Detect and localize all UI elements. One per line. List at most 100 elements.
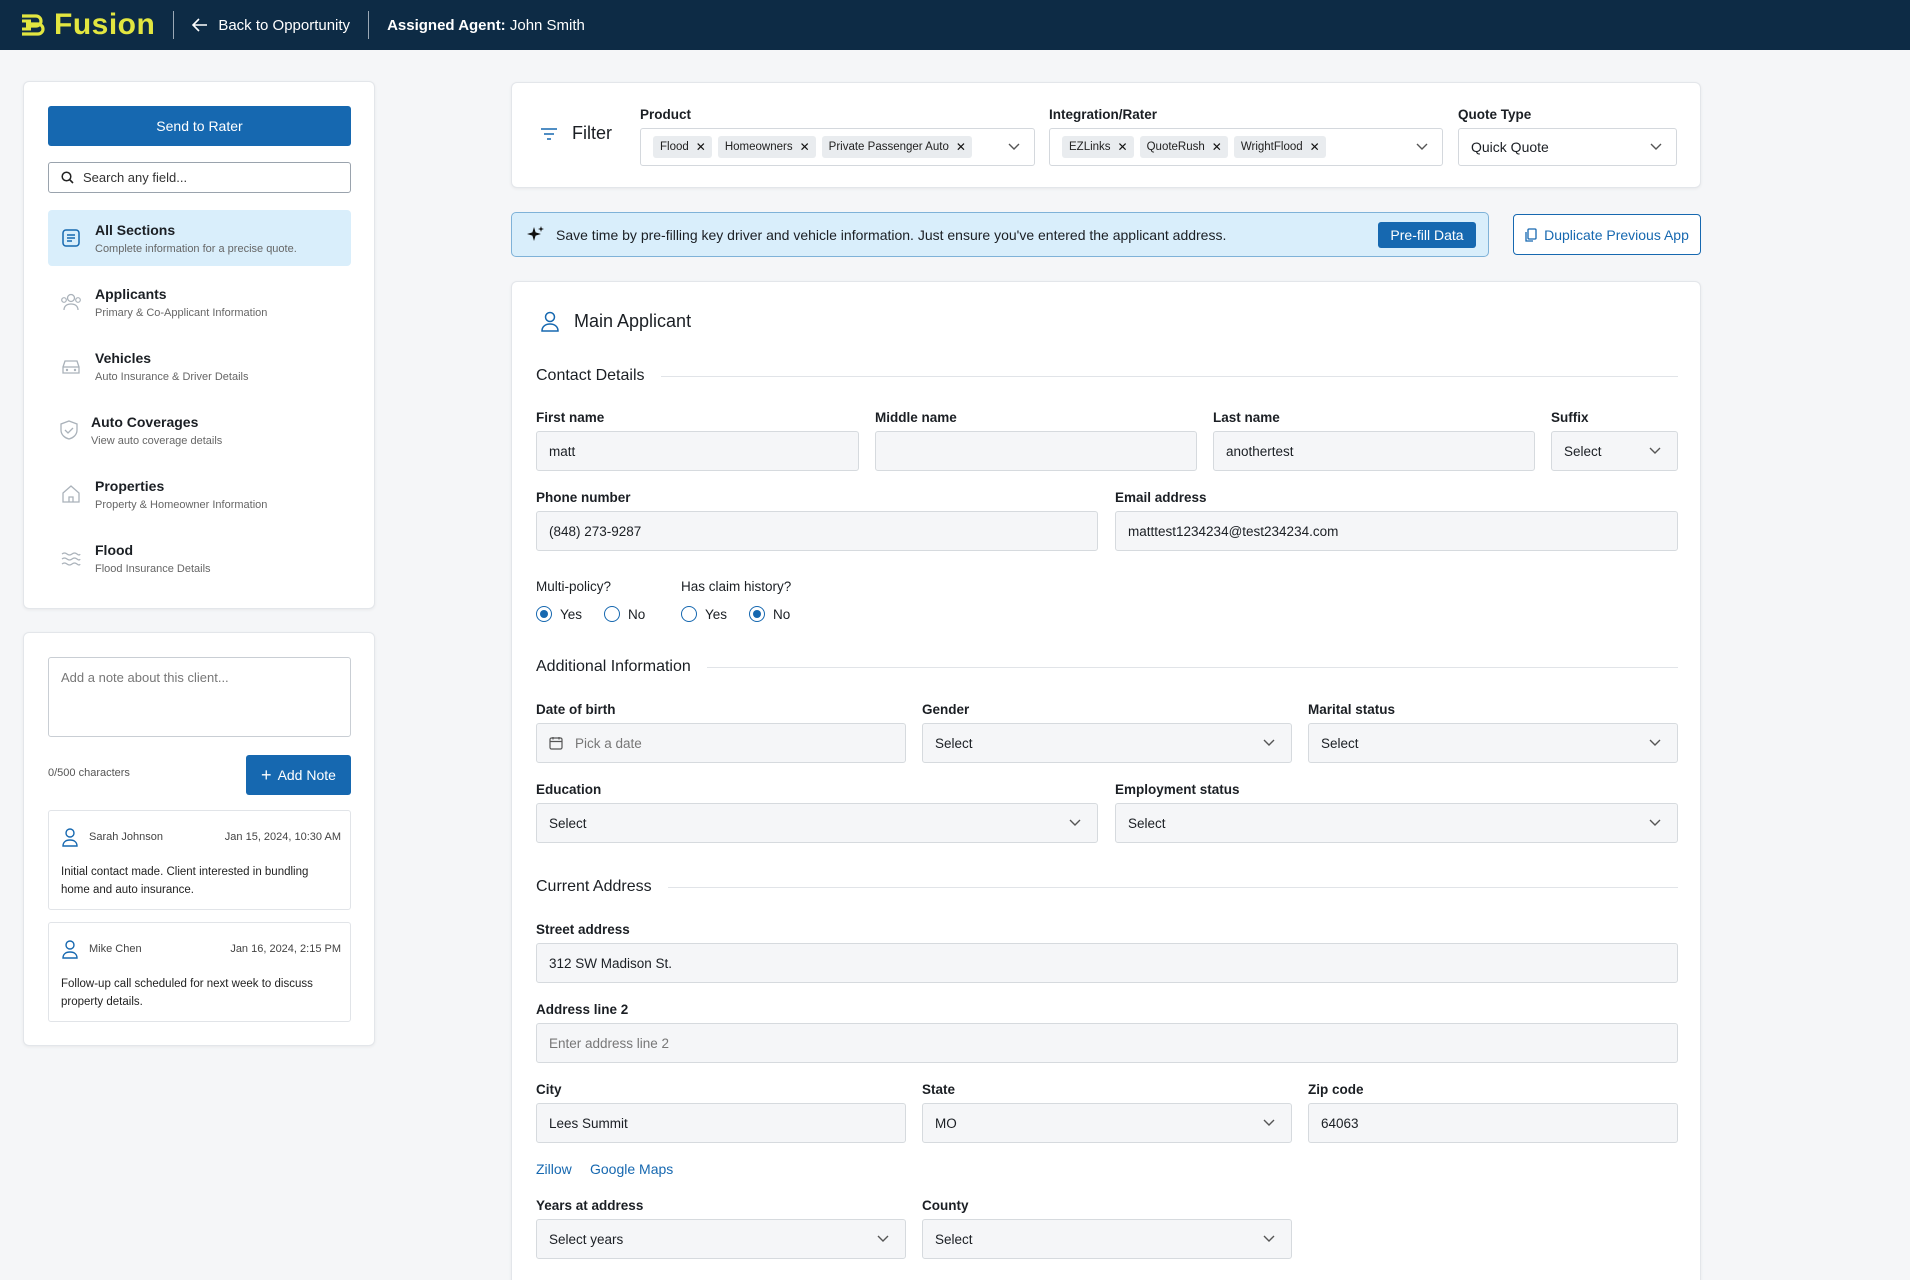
note-date: Jan 15, 2024, 10:30 AM bbox=[224, 831, 341, 843]
sparkle-icon bbox=[527, 225, 544, 241]
remove-chip-icon[interactable]: ✕ bbox=[1212, 140, 1222, 154]
last-name-field: Last name anothertest bbox=[1213, 410, 1535, 471]
select-value: Select bbox=[935, 735, 973, 751]
suffix-field: Suffix Select bbox=[1551, 410, 1678, 471]
chevron-down-icon bbox=[1649, 447, 1661, 454]
note-textarea[interactable]: Add a note about this client... bbox=[48, 657, 351, 737]
email-input[interactable]: matttest1234234@test234234.com bbox=[1115, 511, 1678, 551]
sidebar-item-all-sections[interactable]: All Sections Complete information for a p… bbox=[48, 210, 351, 266]
user-icon bbox=[62, 940, 78, 959]
agent-label: Assigned Agent: bbox=[387, 16, 506, 34]
claim-history-group: Has claim history? bbox=[681, 579, 791, 594]
field-label: Education bbox=[536, 782, 602, 797]
chip-wrightflood[interactable]: WrightFlood ✕ bbox=[1233, 136, 1326, 158]
phone-input[interactable]: (848) 273-9287 bbox=[536, 511, 1098, 551]
chip-private-passenger-auto[interactable]: Private Passenger Auto ✕ bbox=[821, 136, 972, 158]
field-label: Middle name bbox=[875, 410, 957, 425]
claim-history-yes-radio[interactable]: Yes bbox=[681, 606, 727, 622]
select-value: MO bbox=[935, 1115, 957, 1131]
zillow-link[interactable]: Zillow bbox=[536, 1161, 572, 1177]
suffix-select[interactable]: Select bbox=[1551, 431, 1678, 471]
radio-circle bbox=[681, 606, 697, 622]
filter-icon bbox=[541, 127, 557, 140]
note-text: Follow-up call scheduled for next week t… bbox=[61, 978, 313, 1008]
gender-select[interactable]: Select bbox=[922, 723, 1292, 763]
first-name-input[interactable]: matt bbox=[536, 431, 859, 471]
multi-policy-no-radio[interactable]: No bbox=[604, 606, 645, 622]
quote-type-filter: Quote Type Quick Quote bbox=[1458, 107, 1677, 166]
remove-chip-icon[interactable]: ✕ bbox=[696, 140, 706, 154]
county-field: County Select bbox=[922, 1198, 1292, 1259]
phone-field: Phone number (848) 273-9287 bbox=[536, 490, 1098, 551]
product-multiselect[interactable]: Flood ✕ Homeowners ✕ Private Passenger Aut… bbox=[640, 128, 1035, 166]
city-input[interactable]: Lees Summit bbox=[536, 1103, 906, 1143]
chip-ezlinks[interactable]: EZLinks ✕ bbox=[1062, 136, 1134, 158]
sidebar-item-vehicles[interactable]: Vehicles Auto Insurance & Driver Details bbox=[48, 338, 351, 394]
sidebar-item-applicants[interactable]: Applicants Primary & Co-Applicant Informa… bbox=[48, 274, 351, 330]
radio-circle bbox=[604, 606, 621, 622]
contact-details-heading: Contact Details bbox=[536, 367, 1678, 385]
field-label: Last name bbox=[1213, 410, 1280, 425]
select-value: Select bbox=[1128, 815, 1166, 831]
claim-history-no-radio[interactable]: No bbox=[749, 606, 790, 622]
radio-label: No bbox=[773, 606, 791, 622]
state-select[interactable]: MO bbox=[922, 1103, 1292, 1143]
county-select[interactable]: Select bbox=[922, 1219, 1292, 1259]
multi-policy-yes-radio[interactable]: Yes bbox=[536, 606, 582, 622]
quote-type-select[interactable]: Quick Quote bbox=[1458, 128, 1677, 166]
zip-code-input[interactable]: 64063 bbox=[1308, 1103, 1678, 1143]
select-value: Select years bbox=[549, 1231, 624, 1247]
field-label: City bbox=[536, 1082, 562, 1097]
sidebar-item-properties[interactable]: Properties Property & Homeowner Informati… bbox=[48, 466, 351, 522]
chip-homeowners[interactable]: Homeowners ✕ bbox=[717, 136, 816, 158]
sidebar-item-auto-coverages[interactable]: Auto Coverages View auto coverage details bbox=[48, 402, 351, 458]
street-address-input[interactable]: 312 SW Madison St. bbox=[536, 943, 1678, 983]
search-placeholder: Search any field... bbox=[83, 170, 188, 185]
remove-chip-icon[interactable]: ✕ bbox=[1310, 140, 1320, 154]
middle-name-input[interactable] bbox=[875, 431, 1197, 471]
house-icon bbox=[62, 485, 80, 503]
dob-datepicker[interactable]: Pick a date bbox=[536, 723, 906, 763]
years-at-address-select[interactable]: Select years bbox=[536, 1219, 906, 1259]
add-note-button[interactable]: + Add Note bbox=[246, 755, 351, 795]
assigned-agent: Assigned Agent: John Smith bbox=[387, 17, 585, 34]
google-maps-link[interactable]: Google Maps bbox=[590, 1161, 673, 1177]
sidebar-item-subtitle: Primary & Co-Applicant Information bbox=[95, 306, 268, 319]
years-at-address-field: Years at address Select years bbox=[536, 1198, 906, 1259]
logo-text: Fusion bbox=[54, 8, 156, 41]
back-to-opportunity-link[interactable]: Back to Opportunity bbox=[192, 17, 350, 34]
chip-flood[interactable]: Flood ✕ bbox=[653, 136, 712, 158]
last-name-input[interactable]: anothertest bbox=[1213, 431, 1535, 471]
prefill-banner: Save time by pre-filling key driver and … bbox=[511, 212, 1489, 257]
radio-label: Yes bbox=[560, 606, 583, 622]
sidebar-item-subtitle: Flood Insurance Details bbox=[95, 562, 211, 575]
duplicate-previous-app-button[interactable]: Duplicate Previous App bbox=[1513, 214, 1701, 255]
field-label: Phone number bbox=[536, 490, 631, 505]
address-line-2-input[interactable]: Enter address line 2 bbox=[536, 1023, 1678, 1063]
additional-info-heading: Additional Information bbox=[536, 658, 1678, 676]
send-to-rater-button[interactable]: Send to Rater bbox=[48, 106, 351, 146]
prefill-data-button[interactable]: Pre-fill Data bbox=[1378, 222, 1476, 248]
duplicate-label: Duplicate Previous App bbox=[1544, 226, 1689, 243]
sidebar-item-title: Properties bbox=[95, 477, 165, 494]
filter-title: Filter bbox=[572, 123, 612, 143]
note-author: Sarah Johnson bbox=[89, 831, 163, 843]
integration-label: Integration/Rater bbox=[1049, 107, 1158, 122]
sidebar-item-title: All Sections bbox=[95, 221, 176, 238]
remove-chip-icon[interactable]: ✕ bbox=[1118, 140, 1128, 154]
integration-multiselect[interactable]: EZLinks ✕ QuoteRush ✕ WrightFlood ✕ bbox=[1049, 128, 1443, 166]
remove-chip-icon[interactable]: ✕ bbox=[800, 140, 810, 154]
note-date: Jan 16, 2024, 2:15 PM bbox=[230, 943, 341, 955]
remove-chip-icon[interactable]: ✕ bbox=[956, 140, 966, 154]
search-input[interactable]: Search any field... bbox=[48, 162, 351, 193]
chevron-down-icon bbox=[1649, 739, 1661, 746]
chip-quoterush[interactable]: QuoteRush ✕ bbox=[1139, 136, 1228, 158]
plus-icon: + bbox=[261, 765, 272, 785]
fusion-logo-icon bbox=[22, 14, 45, 36]
sidebar-item-flood[interactable]: Flood Flood Insurance Details bbox=[48, 530, 351, 586]
education-select[interactable]: Select bbox=[536, 803, 1098, 843]
sidebar-item-title: Vehicles bbox=[95, 349, 152, 366]
marital-status-select[interactable]: Select bbox=[1308, 723, 1678, 763]
back-label: Back to Opportunity bbox=[218, 16, 351, 34]
employment-status-select[interactable]: Select bbox=[1115, 803, 1678, 843]
